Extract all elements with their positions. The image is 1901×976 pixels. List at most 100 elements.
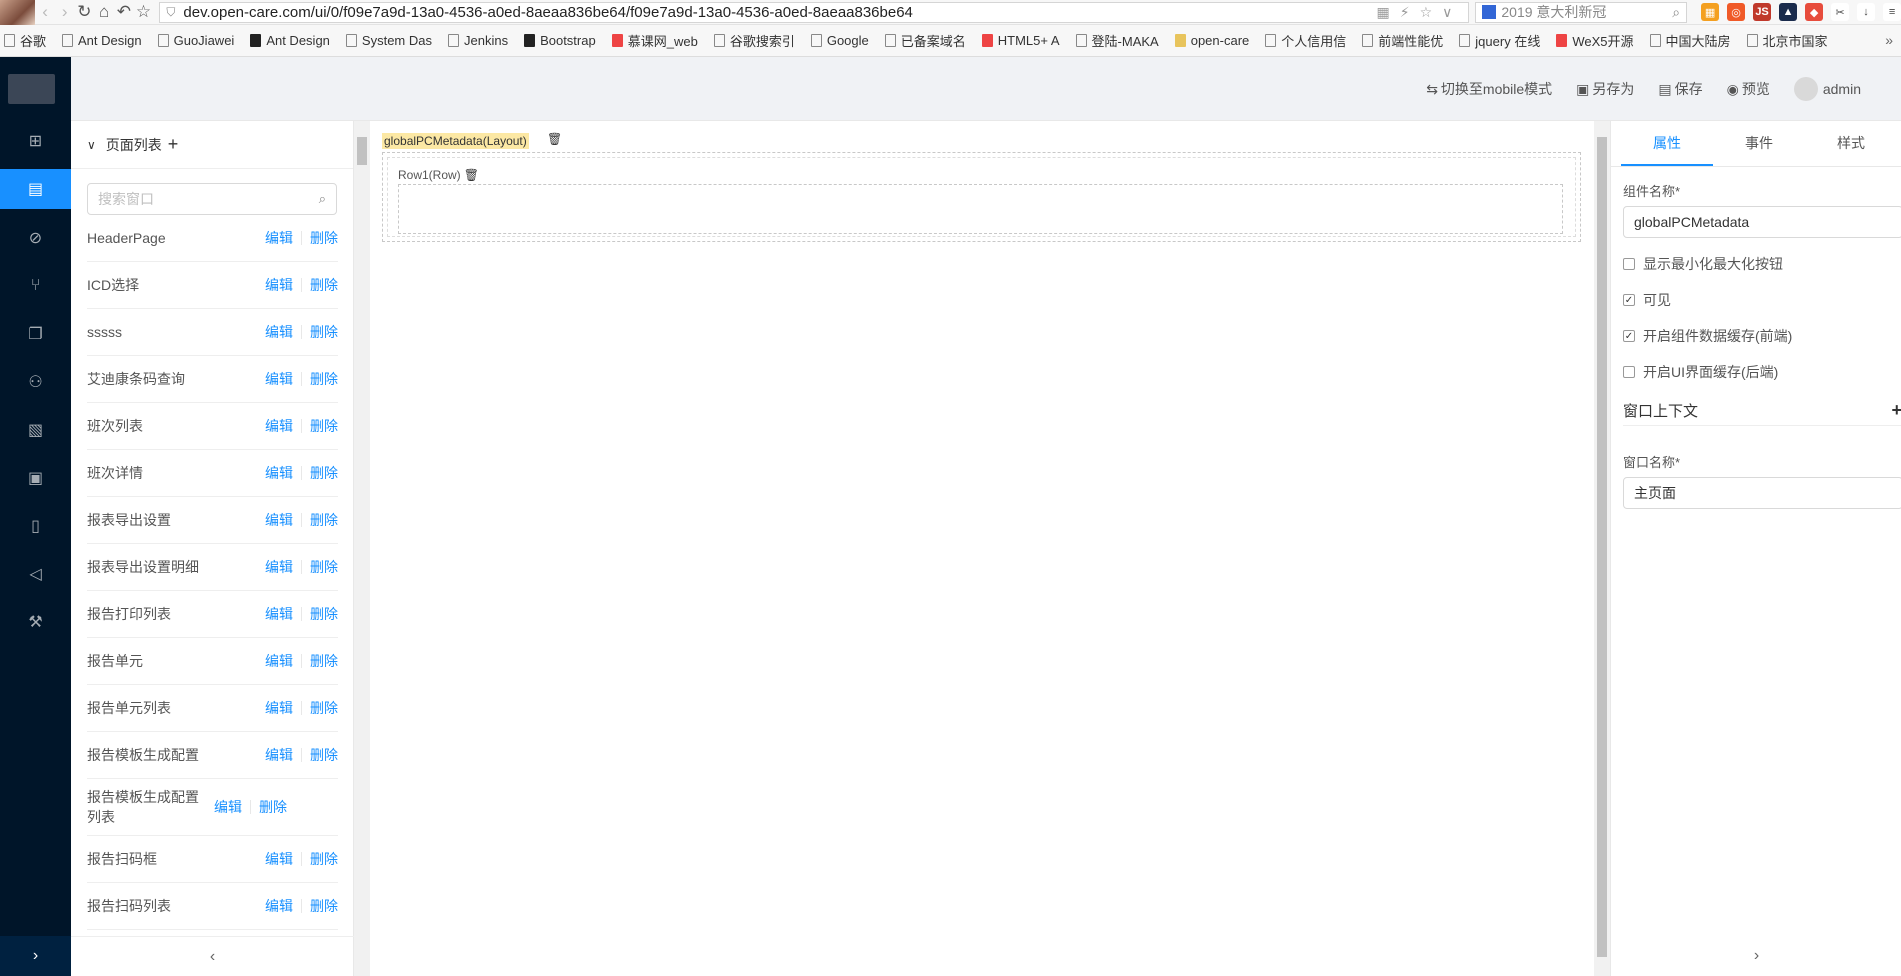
bookmark[interactable]: 谷歌 bbox=[4, 31, 46, 50]
layout-container[interactable]: Row1(Row) 🗑 bbox=[382, 152, 1581, 242]
delete-link[interactable]: 删除 bbox=[310, 463, 338, 483]
checkbox-checked-icon[interactable]: ✓ bbox=[1623, 294, 1635, 306]
delete-link[interactable]: 删除 bbox=[310, 322, 338, 342]
code-icon[interactable]: ▣ bbox=[0, 458, 71, 498]
page-list-scrollbar[interactable] bbox=[354, 121, 370, 976]
edit-link[interactable]: 编辑 bbox=[265, 745, 293, 765]
page-list-header[interactable]: ∨ 页面列表 + bbox=[71, 121, 353, 169]
browser-search[interactable]: 2019 意大利新冠 ⌕ bbox=[1475, 1, 1688, 23]
layout-icon[interactable]: ▤ bbox=[0, 169, 71, 209]
row-container[interactable] bbox=[398, 184, 1563, 234]
edit-link[interactable]: 编辑 bbox=[265, 698, 293, 718]
edit-link[interactable]: 编辑 bbox=[265, 463, 293, 483]
mountain-extension-icon[interactable]: ▲ bbox=[1779, 3, 1798, 21]
bookmark[interactable]: open-care bbox=[1174, 33, 1249, 48]
delete-link[interactable]: 删除 bbox=[310, 651, 338, 671]
edit-link[interactable]: 编辑 bbox=[214, 797, 242, 817]
scrollbar-thumb[interactable] bbox=[1597, 137, 1607, 957]
tool-icon[interactable]: ⚒ bbox=[0, 602, 71, 642]
address-bar[interactable]: ⛉ dev.open-care.com/ui/0/f09e7a9d-13a0-4… bbox=[159, 1, 1470, 23]
tab-attributes[interactable]: 属性 bbox=[1621, 121, 1713, 166]
bookmark[interactable]: 北京市国家 bbox=[1746, 31, 1828, 50]
bookmark[interactable]: Ant Design bbox=[62, 33, 142, 48]
window-name-input[interactable]: 主页面 bbox=[1623, 477, 1901, 509]
delete-link[interactable]: 删除 bbox=[310, 604, 338, 624]
js-extension-icon[interactable]: JS bbox=[1753, 3, 1772, 21]
edit-link[interactable]: 编辑 bbox=[265, 651, 293, 671]
bookmark[interactable]: jquery 在线 bbox=[1459, 31, 1540, 50]
switch-mobile-button[interactable]: ⇆ 切换至mobile模式 bbox=[1426, 79, 1552, 99]
delete-layout-icon[interactable]: 🗑 bbox=[547, 132, 562, 146]
delete-link[interactable]: 删除 bbox=[310, 275, 338, 295]
scrollbar-thumb[interactable] bbox=[357, 137, 367, 165]
delete-link[interactable]: 删除 bbox=[310, 416, 338, 436]
url-tools-icon[interactable]: ▦⚡☆∨ bbox=[1377, 4, 1463, 21]
back-icon[interactable]: ‹ bbox=[35, 2, 55, 22]
save-button[interactable]: ▤ 保存 bbox=[1658, 79, 1702, 99]
bookmark[interactable]: HTML5+ A bbox=[981, 33, 1060, 48]
canvas-scrollbar[interactable] bbox=[1594, 121, 1610, 976]
add-page-icon[interactable]: + bbox=[168, 134, 179, 155]
menu-icon[interactable]: ≡ bbox=[1883, 3, 1901, 21]
add-context-icon[interactable]: + bbox=[1891, 400, 1901, 421]
row-component-label[interactable]: Row1(Row) 🗑 bbox=[398, 168, 479, 182]
bookmark[interactable]: WeX5开源 bbox=[1556, 31, 1634, 50]
undo-icon[interactable]: ↶ bbox=[114, 2, 134, 22]
reload-icon[interactable]: ↻ bbox=[75, 2, 95, 22]
extension-icon[interactable]: ◎ bbox=[1727, 3, 1746, 21]
collapse-panel-button[interactable]: ‹ bbox=[71, 936, 354, 976]
delete-link[interactable]: 删除 bbox=[310, 698, 338, 718]
save-as-button[interactable]: ▣ 另存为 bbox=[1576, 79, 1634, 99]
checkbox-minmax[interactable]: 显示最小化最大化按钮 bbox=[1623, 254, 1901, 274]
tab-thumbnail[interactable] bbox=[0, 0, 36, 25]
bookmark[interactable]: 个人信用信 bbox=[1265, 31, 1346, 50]
edit-link[interactable]: 编辑 bbox=[265, 369, 293, 389]
star-icon[interactable]: ☆ bbox=[134, 2, 154, 22]
edit-link[interactable]: 编辑 bbox=[265, 604, 293, 624]
checkbox-unchecked[interactable] bbox=[1623, 366, 1635, 378]
bookmark[interactable]: Ant Design bbox=[250, 33, 330, 48]
bookmark[interactable]: 已备案域名 bbox=[884, 31, 966, 50]
url-text[interactable]: dev.open-care.com/ui/0/f09e7a9d-13a0-453… bbox=[183, 4, 1376, 21]
bookmark[interactable]: Google bbox=[810, 33, 869, 48]
bookmark[interactable]: 谷歌搜索引 bbox=[713, 31, 795, 50]
edit-link[interactable]: 编辑 bbox=[265, 510, 293, 530]
expand-nav-icon[interactable]: › bbox=[0, 936, 71, 976]
edit-link[interactable]: 编辑 bbox=[265, 557, 293, 577]
chevron-left-icon[interactable]: ‹ bbox=[210, 948, 215, 966]
delete-link[interactable]: 删除 bbox=[259, 797, 287, 817]
delete-link[interactable]: 删除 bbox=[310, 557, 338, 577]
page-search-input[interactable] bbox=[98, 191, 319, 207]
checkbox-frontend-cache[interactable]: ✓ 开启组件数据缓存(前端) bbox=[1623, 326, 1901, 346]
edit-link[interactable]: 编辑 bbox=[265, 416, 293, 436]
checkbox-visible[interactable]: ✓ 可见 bbox=[1623, 290, 1901, 310]
download-icon[interactable]: ↓ bbox=[1857, 3, 1876, 21]
bookmark[interactable]: Jenkins bbox=[447, 33, 508, 48]
sitemap-icon[interactable]: ⊞ bbox=[0, 121, 71, 161]
search-icon[interactable]: ⌕ bbox=[319, 191, 326, 207]
layout-component-label[interactable]: globalPCMetadata(Layout) bbox=[382, 133, 529, 149]
user-menu[interactable]: admin bbox=[1793, 77, 1861, 101]
checkbox-checked-icon[interactable]: ✓ bbox=[1623, 330, 1635, 342]
delete-row-icon[interactable]: 🗑 bbox=[464, 168, 479, 182]
collapse-props-button[interactable]: › bbox=[1611, 936, 1901, 976]
delete-link[interactable]: 删除 bbox=[310, 849, 338, 869]
bookmark[interactable]: 中国大陆房 bbox=[1649, 31, 1731, 50]
delete-link[interactable]: 删除 bbox=[310, 369, 338, 389]
delete-link[interactable]: 删除 bbox=[310, 228, 338, 248]
edit-link[interactable]: 编辑 bbox=[265, 322, 293, 342]
page-search[interactable]: ⌕ bbox=[87, 183, 337, 215]
bookmark[interactable]: 前端性能优 bbox=[1362, 31, 1443, 50]
branch-icon[interactable]: ⑂ bbox=[0, 266, 71, 306]
bookmark[interactable]: 慕课网_web bbox=[611, 31, 698, 50]
delete-link[interactable]: 删除 bbox=[310, 510, 338, 530]
checkbox-unchecked[interactable] bbox=[1623, 258, 1635, 270]
home-icon[interactable]: ⌂ bbox=[94, 2, 114, 22]
bookmark[interactable]: GuoJiawei bbox=[157, 33, 234, 48]
game-extension-icon[interactable]: ◆ bbox=[1805, 3, 1824, 21]
bookmark[interactable]: Bootstrap bbox=[524, 33, 596, 48]
file-icon[interactable]: ▯ bbox=[0, 506, 71, 546]
edit-link[interactable]: 编辑 bbox=[265, 228, 293, 248]
bookmark[interactable]: System Das bbox=[345, 33, 432, 48]
edit-link[interactable]: 编辑 bbox=[265, 849, 293, 869]
